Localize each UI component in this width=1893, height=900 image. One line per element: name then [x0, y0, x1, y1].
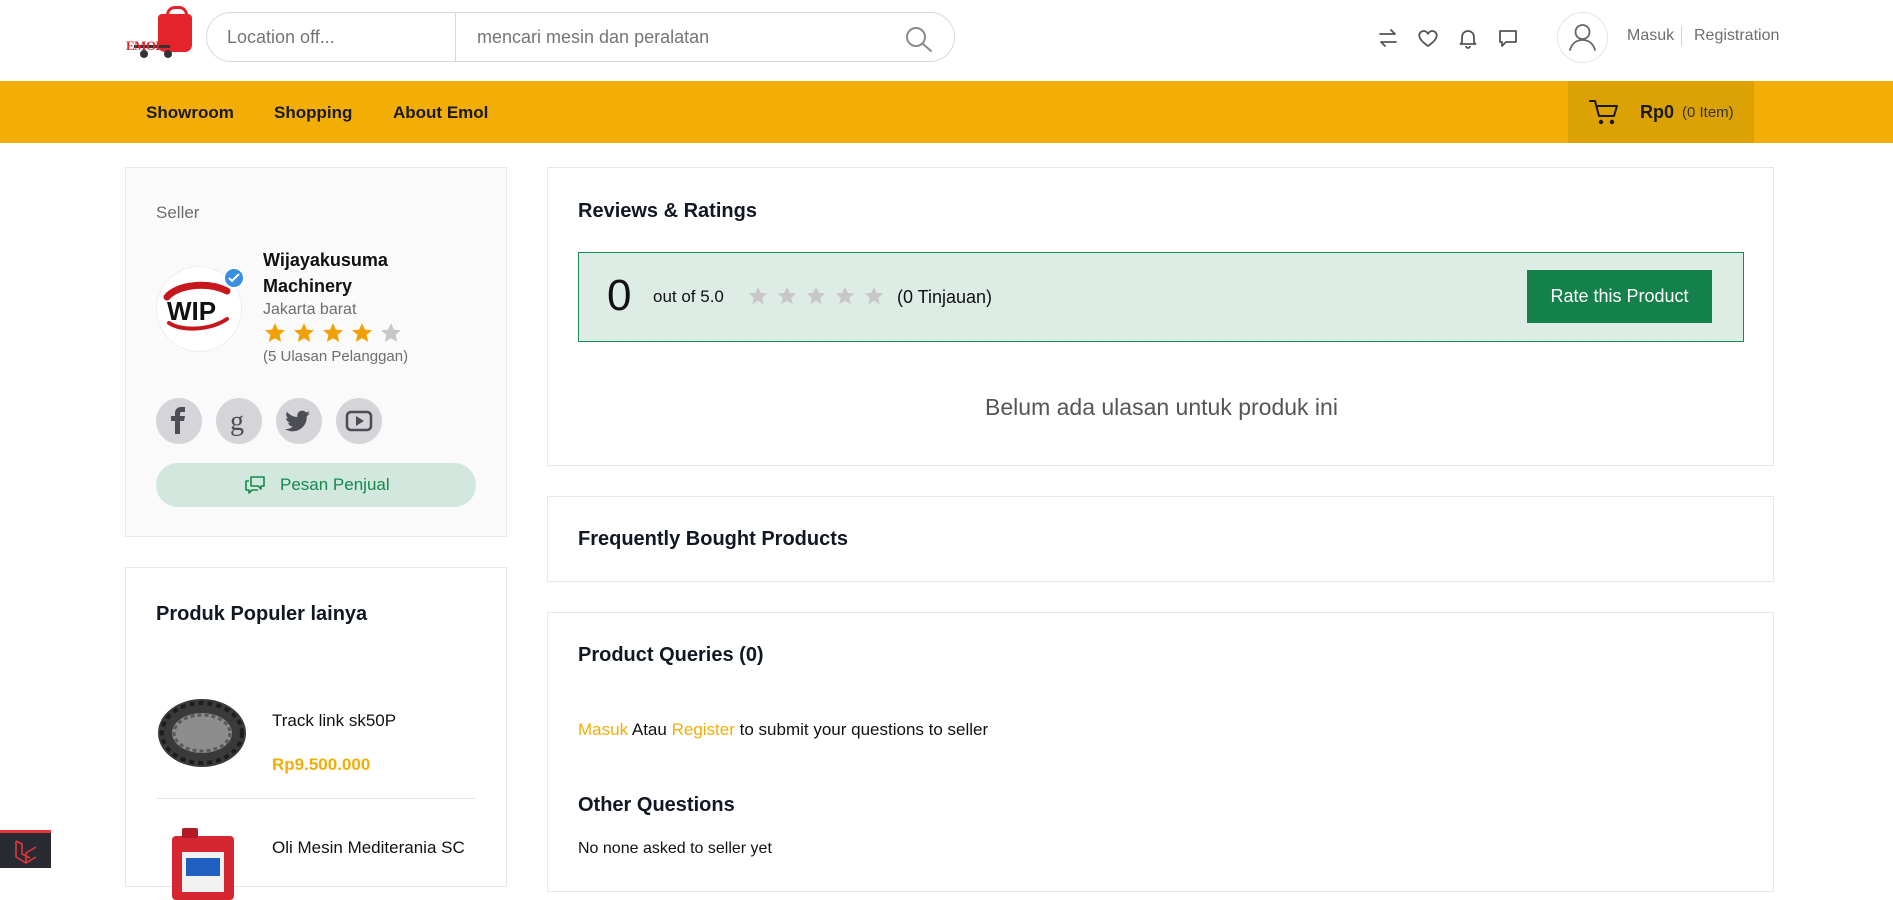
- chat-icon[interactable]: [1496, 26, 1520, 50]
- divider: [156, 798, 476, 799]
- star-empty-icon: [806, 286, 826, 305]
- list-item[interactable]: Oli Mesin Mediterania SC: [156, 818, 476, 900]
- youtube-icon[interactable]: [336, 398, 382, 444]
- compare-icon[interactable]: [1376, 26, 1400, 50]
- wishlist-heart-icon[interactable]: [1416, 26, 1440, 50]
- star-filled-icon: [352, 323, 372, 342]
- search-bar: [206, 12, 955, 62]
- seller-review-count: (5 Ulasan Pelanggan): [263, 348, 409, 365]
- rating-summary: 0 out of 5.0 (0 Tinjauan) Rate this Prod…: [578, 252, 1744, 342]
- twitter-icon[interactable]: [276, 398, 322, 444]
- frequently-bought-card: Frequently Bought Products: [547, 496, 1774, 582]
- list-item[interactable]: Track link sk50P Rp9.500.000: [156, 685, 476, 795]
- location-field-wrap: [207, 13, 456, 61]
- queries-register-link[interactable]: Register: [672, 720, 735, 739]
- reviews-card: Reviews & Ratings 0 out of 5.0 (0 Tinjau…: [547, 167, 1774, 466]
- average-score: 0: [607, 271, 632, 320]
- popular-products-title: Produk Populer lainya: [156, 603, 368, 625]
- queries-suffix: to submit your questions to seller: [739, 720, 989, 739]
- star-empty-icon: [777, 286, 797, 305]
- oil-can-image: [172, 828, 234, 900]
- nav-showroom[interactable]: Showroom: [146, 103, 234, 123]
- message-seller-button[interactable]: Pesan Penjual: [156, 463, 476, 507]
- logo-text: EMOL: [126, 38, 164, 53]
- star-empty-icon: [835, 286, 855, 305]
- star-empty-icon: [864, 286, 884, 305]
- auth-divider: [1681, 26, 1682, 46]
- notification-bell-icon[interactable]: [1456, 26, 1480, 50]
- login-link[interactable]: Masuk: [1627, 27, 1674, 45]
- seller-logo-text: WIP: [167, 296, 216, 326]
- debugbar-toggle[interactable]: [0, 830, 51, 868]
- star-empty-icon: [381, 323, 401, 342]
- google-icon[interactable]: g: [216, 398, 262, 444]
- message-seller-label: Pesan Penjual: [280, 475, 390, 494]
- seller-label: Seller: [156, 203, 200, 222]
- star-filled-icon: [323, 323, 343, 342]
- cart-summary[interactable]: Rp0 (0 Item): [1568, 81, 1754, 143]
- cart-amount: Rp0: [1640, 102, 1675, 122]
- empty-reviews-message: Belum ada ulasan untuk produk ini: [985, 394, 1338, 420]
- seller-city: Jakarta barat: [263, 301, 357, 318]
- popular-item-price: Rp9.500.000: [272, 755, 371, 774]
- nav-shopping[interactable]: Shopping: [274, 103, 352, 123]
- main-nav: Showroom Shopping About Emol Rp0 (0 Item…: [0, 81, 1893, 143]
- queries-login-prompt: Masuk Atau Register to submit your quest…: [578, 720, 988, 740]
- star-empty-icon: [748, 286, 768, 305]
- search-input[interactable]: [477, 13, 877, 61]
- cart-icon: [1589, 100, 1618, 125]
- search-icon[interactable]: [904, 25, 934, 53]
- laravel-icon: [15, 840, 37, 864]
- popular-products-card: Produk Populer lainya Track link sk50P R…: [125, 567, 507, 900]
- seller-rating-stars: [263, 321, 408, 345]
- location-input[interactable]: [227, 13, 447, 61]
- product-queries-card: Product Queries (0) Masuk Atau Register …: [547, 612, 1774, 892]
- top-header: EMOL Masuk Registra: [0, 0, 1893, 81]
- emol-logo[interactable]: EMOL: [126, 6, 196, 58]
- facebook-icon[interactable]: [156, 398, 202, 444]
- seller-card: Seller WIP Wijayakusuma Machinery Jakart…: [125, 167, 507, 537]
- popular-item-name[interactable]: Track link sk50P: [272, 711, 396, 731]
- seller-name[interactable]: Wijayakusuma Machinery: [263, 247, 463, 299]
- star-filled-icon: [265, 323, 285, 342]
- rate-product-button[interactable]: Rate this Product: [1527, 270, 1712, 323]
- track-link-image: [158, 699, 246, 767]
- popular-item-name[interactable]: Oli Mesin Mediterania SC: [272, 838, 465, 858]
- other-questions-title: Other Questions: [578, 794, 735, 816]
- user-avatar-icon[interactable]: [1557, 12, 1608, 63]
- frequently-bought-title: Frequently Bought Products: [578, 528, 848, 550]
- header-icons: [1376, 26, 1526, 50]
- review-count: (0 Tinjauan): [897, 287, 993, 307]
- message-icon: [245, 476, 265, 494]
- queries-login-link[interactable]: Masuk: [578, 720, 628, 739]
- product-queries-title: Product Queries (0): [578, 644, 764, 666]
- reviews-title: Reviews & Ratings: [578, 200, 757, 222]
- no-questions-message: No none asked to seller yet: [578, 840, 772, 857]
- registration-link[interactable]: Registration: [1694, 27, 1779, 45]
- verified-badge-icon: [223, 267, 245, 289]
- cart-item-count: (0 Item): [1682, 104, 1734, 121]
- product-rating-stars: [747, 285, 892, 307]
- score-max: out of 5.0: [653, 287, 724, 306]
- star-filled-icon: [294, 323, 314, 342]
- nav-about-emol[interactable]: About Emol: [393, 103, 488, 123]
- queries-or-text: Atau: [631, 720, 667, 739]
- svg-text:g: g: [230, 406, 244, 437]
